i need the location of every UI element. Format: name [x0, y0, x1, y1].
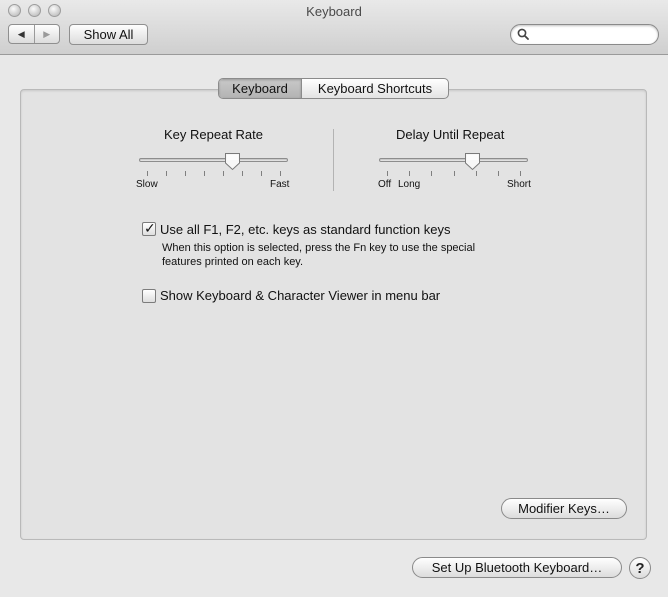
slider-tick: [453, 171, 455, 176]
modifier-keys-button[interactable]: Modifier Keys…: [501, 498, 627, 519]
keyboard-preferences-window: Keyboard ◀ ▶ Show All Keyboard Keyboard …: [0, 0, 668, 597]
slider-tick: [280, 171, 281, 176]
fn-keys-checkbox[interactable]: ✓: [142, 220, 156, 236]
title-bar: Keyboard ◀ ▶ Show All: [0, 0, 668, 55]
key-repeat-rate-max-label: Fast: [270, 179, 290, 190]
back-arrow-icon[interactable]: ◀: [9, 25, 34, 43]
search-input[interactable]: [533, 27, 657, 44]
key-repeat-rate-label: Key Repeat Rate: [164, 127, 264, 142]
help-icon[interactable]: ?: [629, 557, 651, 579]
fn-keys-description-line2: features printed on each key.: [162, 256, 304, 268]
fn-keys-label[interactable]: Use all F1, F2, etc. keys as standard fu…: [160, 222, 450, 237]
delay-until-repeat-label: Delay Until Repeat: [396, 127, 505, 142]
slider-tick: [147, 171, 148, 176]
slider-tick: [409, 171, 411, 176]
show-all-button[interactable]: Show All: [69, 24, 148, 45]
key-repeat-rate-track[interactable]: [139, 158, 288, 162]
slider-tick: [185, 171, 186, 176]
window-title: Keyboard: [306, 4, 362, 19]
slider-tick: [387, 171, 388, 176]
keyboard-viewer-checkbox[interactable]: [142, 289, 156, 303]
slider-tick: [204, 171, 205, 176]
delay-until-repeat-min-label: Long: [398, 179, 421, 190]
keyboard-viewer-label[interactable]: Show Keyboard & Character Viewer in menu…: [160, 288, 440, 303]
slider-tick: [431, 171, 433, 176]
delay-until-repeat-slider-thumb[interactable]: [464, 152, 481, 171]
delay-until-repeat-off-label: Off: [378, 179, 392, 190]
search-field[interactable]: [510, 24, 659, 45]
delay-until-repeat-max-label: Short: [507, 179, 531, 190]
set-up-bluetooth-keyboard-button[interactable]: Set Up Bluetooth Keyboard…: [412, 557, 622, 578]
slider-tick: [223, 171, 224, 176]
key-repeat-rate-slider-thumb[interactable]: [224, 152, 241, 171]
key-repeat-rate-min-label: Slow: [136, 179, 158, 190]
slider-tick: [261, 171, 262, 176]
slider-separator: [333, 129, 334, 191]
checkmark-icon: ✓: [144, 220, 156, 236]
tab-bar: Keyboard Keyboard Shortcuts: [218, 78, 449, 99]
tab-keyboard[interactable]: Keyboard: [219, 79, 302, 98]
tab-keyboard-shortcuts[interactable]: Keyboard Shortcuts: [302, 79, 448, 98]
slider-tick: [166, 171, 167, 176]
slider-tick: [242, 171, 243, 176]
slider-tick: [520, 171, 521, 176]
slider-tick: [475, 171, 477, 176]
slider-tick: [497, 171, 499, 176]
forward-arrow-icon[interactable]: ▶: [33, 25, 60, 43]
delay-until-repeat-track[interactable]: [379, 158, 528, 162]
search-icon: [517, 28, 529, 40]
fn-keys-description-line1: When this option is selected, press the …: [162, 242, 476, 254]
back-forward-control: ◀ ▶: [8, 24, 60, 44]
